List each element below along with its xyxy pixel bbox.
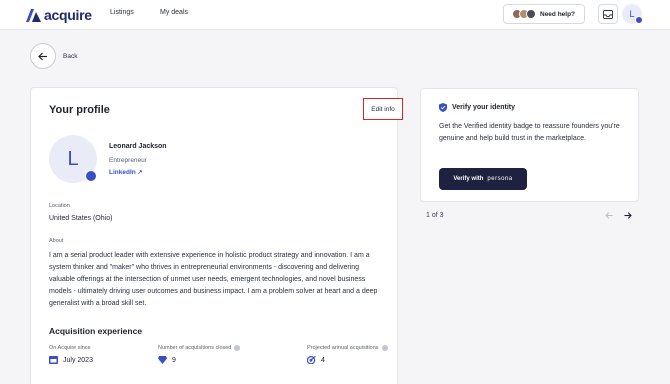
pager-indicator: 1 of 3	[426, 212, 444, 219]
verified-badge-icon	[85, 170, 97, 182]
help-avatar	[526, 9, 536, 19]
inbox-button[interactable]	[598, 4, 618, 24]
stat-label-projected-acquisitions: Projected annual acquisitions	[307, 345, 388, 351]
stat-value-text: 4	[321, 356, 325, 364]
back-button[interactable]	[30, 43, 56, 69]
logo-mark-icon	[26, 8, 41, 22]
about-text: I am a serial product leader with extens…	[49, 252, 378, 307]
profile-name: Leonard Jackson	[109, 143, 167, 150]
shield-icon	[439, 103, 447, 112]
persona-logo: persona	[487, 176, 513, 182]
verify-title: Verify your identity	[439, 103, 515, 112]
acquisition-title: Acquisition experience	[49, 326, 143, 336]
stat-value-projected-acquisitions: 4	[307, 356, 325, 364]
linkedin-link[interactable]: LinkedIn ↗	[109, 169, 143, 176]
stat-value-acquisitions-closed: 9	[158, 356, 176, 364]
stat-value-text: July 2023	[63, 356, 93, 364]
target-icon	[307, 356, 316, 364]
verify-button-label: Verify with	[453, 176, 484, 182]
arrow-right-icon	[624, 211, 632, 219]
stat-label-text: Projected annual acquisitions	[307, 345, 379, 351]
about-label: About	[49, 238, 64, 244]
verified-badge-icon	[635, 16, 643, 24]
verify-description: Get the Verified identity badge to reass…	[439, 123, 620, 142]
top-navbar: acquire Listings My deals Need help? L	[0, 0, 670, 30]
stat-value-on-acquire-since: July 2023	[49, 356, 93, 364]
need-help-label: Need help?	[540, 10, 576, 18]
linkedin-label: LinkedIn	[109, 169, 136, 176]
help-team-avatars	[512, 9, 536, 19]
verify-title-text: Verify your identity	[452, 104, 516, 111]
arrow-left-icon	[605, 211, 613, 219]
profile-role: Entrepreneur	[109, 157, 147, 164]
external-link-icon: ↗	[137, 170, 143, 176]
page-title: Your profile	[49, 104, 110, 116]
profile-card: Your profile Edit info L Leonard Jackson…	[30, 87, 403, 384]
location-label: Location	[49, 203, 70, 209]
logo-text: acquire	[44, 7, 92, 23]
calendar-icon	[49, 356, 58, 364]
arrow-left-icon	[38, 52, 47, 60]
info-icon[interactable]	[234, 345, 241, 351]
stat-label-text: Number of acquisitions closed	[158, 345, 232, 351]
location-value: United States (Ohio)	[49, 215, 113, 222]
info-icon[interactable]	[381, 345, 388, 351]
back-label: Back	[63, 53, 78, 60]
edit-info-button[interactable]: Edit info	[363, 98, 403, 120]
diamond-icon	[158, 356, 167, 364]
stat-label-text: On Acquire since	[49, 345, 91, 351]
pager-next-button[interactable]	[622, 208, 634, 222]
stat-value-text: 9	[172, 356, 176, 364]
acquire-logo[interactable]: acquire	[26, 6, 92, 24]
pager-previous-button[interactable]	[603, 208, 615, 222]
need-help-button[interactable]: Need help?	[503, 4, 585, 24]
stat-label-acquisitions-closed: Number of acquisitions closed	[158, 345, 241, 351]
nav-link-listings[interactable]: Listings	[110, 9, 134, 16]
verify-with-persona-button[interactable]: Verify with persona	[439, 168, 527, 190]
verify-identity-card: Verify your identity Get the Verified id…	[420, 88, 639, 202]
stat-label-on-acquire-since: On Acquire since	[49, 345, 91, 351]
nav-link-my-deals[interactable]: My deals	[160, 9, 188, 16]
inbox-icon	[603, 9, 613, 19]
